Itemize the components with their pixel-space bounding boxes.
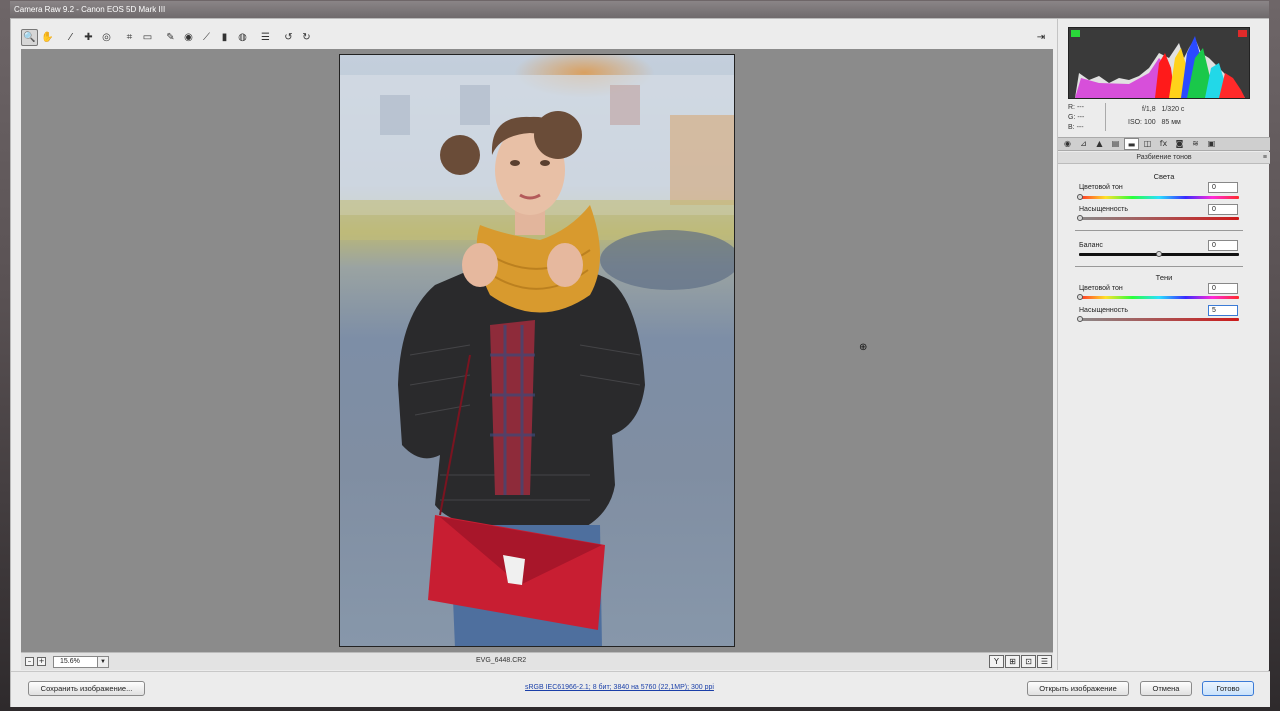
shadows-hue-input[interactable]: 0 — [1208, 283, 1238, 294]
balance-label: Баланс — [1079, 242, 1103, 249]
tab-hsl-icon[interactable]: ▤ — [1108, 138, 1123, 150]
balance-thumb[interactable] — [1156, 251, 1162, 257]
toolbar: 🔍 ✋ ⁄ ✚ ◎ ⌗ ▭ ✎ ◉ ⟋ ▮ ◍ ☰ ↺ ↻ — [21, 27, 315, 47]
highlights-hue-thumb[interactable] — [1077, 194, 1083, 200]
straighten-tool-icon[interactable]: ▭ — [139, 29, 156, 46]
zoom-tool-icon[interactable]: 🔍 — [21, 28, 38, 46]
view-mode-button-2[interactable]: ⊡ — [1021, 655, 1036, 668]
hand-tool-icon[interactable]: ✋ — [39, 29, 56, 46]
shutter-value: 1/320 с — [1161, 106, 1185, 113]
zoom-out-button[interactable]: – — [25, 657, 34, 666]
rgb-readout: R: --- G: --- B: --- — [1068, 104, 1085, 131]
focal-length-value: 85 мм — [1161, 119, 1181, 126]
tab-presets-icon[interactable]: ≋ — [1188, 138, 1203, 150]
shadows-hue-label: Цветовой тон — [1079, 285, 1123, 292]
camera-raw-window: 🔍 ✋ ⁄ ✚ ◎ ⌗ ▭ ✎ ◉ ⟋ ▮ ◍ ☰ ↺ ↻ ⇥ ⊕ – + 15… — [10, 18, 1270, 707]
targeted-adjustment-tool-icon[interactable]: ◎ — [98, 29, 115, 46]
shadows-hue-slider[interactable] — [1079, 296, 1239, 299]
tab-detail-icon[interactable]: ▲ — [1092, 138, 1107, 150]
zoom-dropdown-icon[interactable]: ▼ — [97, 656, 109, 668]
view-mode-button-3[interactable]: ☰ — [1037, 655, 1052, 668]
view-mode-button-0[interactable]: Y — [989, 655, 1004, 668]
shadows-hue-thumb[interactable] — [1077, 294, 1083, 300]
status-bar: – + 15.6% ▼ EVG_6448.CR2 Y ⊞ ⊡ ☰ — [21, 652, 1053, 670]
zoom-cursor-icon: ⊕ — [859, 342, 868, 353]
save-image-button[interactable]: Сохранить изображение... — [28, 681, 145, 696]
radial-filter-tool-icon[interactable]: ◍ — [234, 29, 251, 46]
adjustment-brush-tool-icon[interactable]: ⟋ — [198, 29, 215, 46]
white-balance-tool-icon[interactable]: ⁄ — [62, 29, 79, 46]
tab-effects-icon[interactable]: fx — [1156, 138, 1171, 150]
highlights-hue-slider[interactable] — [1079, 196, 1239, 199]
done-button[interactable]: Готово — [1202, 681, 1254, 696]
view-mode-button-1[interactable]: ⊞ — [1005, 655, 1020, 668]
aperture-value: f/1,8 — [1142, 106, 1156, 113]
preferences-tool-icon[interactable]: ☰ — [257, 29, 274, 46]
highlights-saturation-input[interactable]: 0 — [1208, 204, 1238, 215]
red-eye-removal-tool-icon[interactable]: ◉ — [180, 29, 197, 46]
view-buttons: Y ⊞ ⊡ ☰ — [989, 655, 1052, 668]
tab-lens-corrections-icon[interactable]: ◫ — [1140, 138, 1155, 150]
green-value: --- — [1077, 114, 1085, 121]
split-toning-header: Разбиение тонов ≡ — [1058, 152, 1270, 164]
iso-value: ISO: 100 — [1128, 119, 1156, 126]
rotate-right-tool-icon[interactable]: ↻ — [298, 29, 315, 46]
highlights-hue-input[interactable]: 0 — [1208, 182, 1238, 193]
zoom-in-button[interactable]: + — [37, 657, 46, 666]
image-info: R: --- G: --- B: --- f/1,8 1/320 с ISO: … — [1068, 103, 1258, 135]
tab-camera-calibration-icon[interactable]: ◙ — [1172, 138, 1187, 150]
histogram — [1068, 27, 1250, 99]
shadows-saturation-thumb[interactable] — [1077, 316, 1083, 322]
shadows-saturation-slider[interactable] — [1079, 318, 1239, 321]
tab-basic-icon[interactable]: ◉ — [1060, 138, 1075, 150]
spot-removal-tool-icon[interactable]: ✎ — [162, 29, 179, 46]
highlights-saturation-label: Насыщенность — [1079, 206, 1129, 213]
shadows-saturation-label: Насыщенность — [1079, 307, 1129, 314]
file-name: EVG_6448.CR2 — [476, 657, 527, 664]
right-panel: R: --- G: --- B: --- f/1,8 1/320 с ISO: … — [1057, 19, 1270, 670]
photo-preview[interactable] — [339, 54, 735, 647]
rotate-left-tool-icon[interactable]: ↺ — [280, 29, 297, 46]
photo-illustration — [340, 75, 734, 646]
panel-tabs: ◉ ⊿ ▲ ▤ ▬ ◫ fx ◙ ≋ ▣ — [1058, 137, 1270, 151]
cancel-button[interactable]: Отмена — [1140, 681, 1192, 696]
shadows-title: Тени — [1155, 273, 1173, 282]
exif-info: f/1,8 1/320 с ISO: 100 85 мм — [1118, 103, 1184, 129]
toggle-fullscreen-icon[interactable]: ⇥ — [1033, 29, 1049, 45]
tab-tone-curve-icon[interactable]: ⊿ — [1076, 138, 1091, 150]
color-sampler-tool-icon[interactable]: ✚ — [80, 29, 97, 46]
crop-tool-icon[interactable]: ⌗ — [121, 29, 138, 46]
graduated-filter-tool-icon[interactable]: ▮ — [216, 29, 233, 46]
bottom-bar: Сохранить изображение... sRGB IEC61966-2… — [11, 671, 1270, 707]
open-image-button[interactable]: Открыть изображение — [1027, 681, 1129, 696]
panel-menu-icon[interactable]: ≡ — [1263, 152, 1267, 164]
balance-input[interactable]: 0 — [1208, 240, 1238, 251]
window-title: Camera Raw 9.2 - Canon EOS 5D Mark III — [10, 1, 1269, 18]
highlights-title: Света — [1153, 172, 1175, 181]
highlights-saturation-slider[interactable] — [1079, 217, 1239, 220]
tab-split-toning-icon[interactable]: ▬ — [1124, 138, 1139, 150]
image-preview[interactable]: ⊕ — [21, 49, 1053, 652]
workflow-options-link[interactable]: sRGB IEC61966-2.1; 8 бит; 3840 на 5760 (… — [525, 684, 714, 691]
tab-snapshots-icon[interactable]: ▣ — [1204, 138, 1219, 150]
red-value: --- — [1076, 104, 1084, 111]
shadows-saturation-input[interactable]: 5 — [1208, 305, 1238, 316]
highlights-saturation-thumb[interactable] — [1077, 215, 1083, 221]
blue-value: --- — [1076, 124, 1084, 131]
histogram-chart — [1075, 36, 1245, 98]
shadow-clipping-warning-icon[interactable] — [1071, 30, 1080, 37]
highlights-hue-label: Цветовой тон — [1079, 184, 1123, 191]
highlight-clipping-warning-icon[interactable] — [1238, 30, 1247, 37]
